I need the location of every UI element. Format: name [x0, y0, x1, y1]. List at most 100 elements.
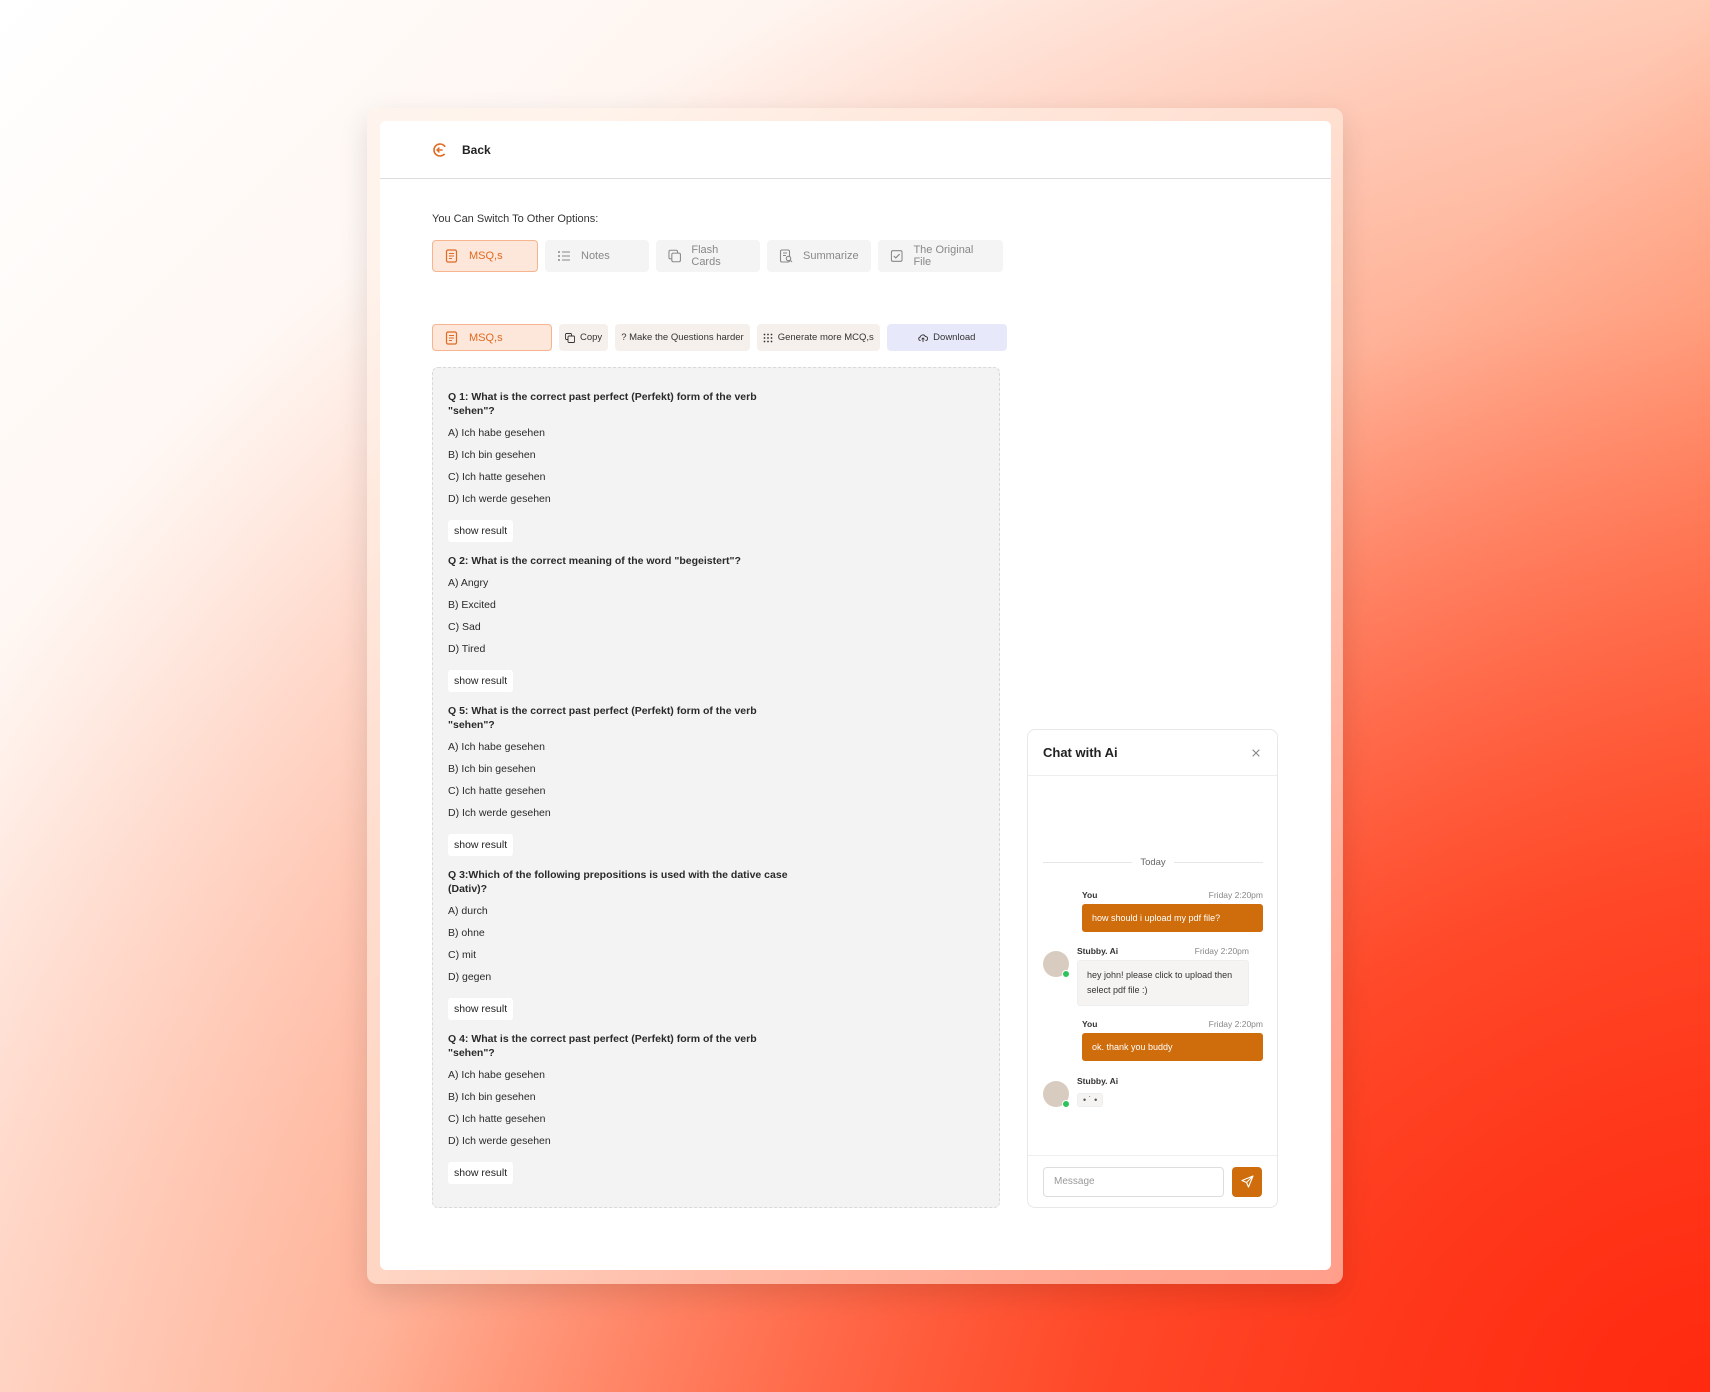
chat-header: Chat with Ai: [1028, 730, 1277, 776]
send-button[interactable]: [1232, 1166, 1262, 1197]
app-window: Back You Can Switch To Other Options: MS…: [380, 121, 1331, 1270]
question-5: Q 5: What is the correct past perfect (P…: [448, 704, 984, 856]
message-time: Friday 2:20pm: [1208, 1019, 1263, 1029]
grid-icon: [763, 333, 773, 342]
answer-option: D) Tired: [448, 643, 486, 655]
tab-label: Notes: [581, 250, 610, 262]
message-bubble: how should i upload my pdf file?: [1082, 904, 1263, 932]
answer-option: B) Excited: [448, 599, 496, 611]
make-harder-button[interactable]: ? Make the Questions harder: [615, 324, 750, 351]
chat-message-user: You Friday 2:20pm ok. thank you buddy: [1082, 1019, 1263, 1061]
message-bubble: hey john! please click to upload then se…: [1077, 960, 1249, 1006]
answer-option: C) Sad: [448, 621, 481, 633]
chat-composer: [1028, 1155, 1277, 1207]
question-title: Q 2: What is the correct meaning of the …: [448, 555, 741, 567]
answer-option: D) Ich werde gesehen: [448, 807, 551, 819]
back-button[interactable]: Back: [432, 142, 491, 158]
send-icon: [1241, 1175, 1254, 1188]
answer-option: D) Ich werde gesehen: [448, 1135, 551, 1147]
answer-option: A) Ich habe gesehen: [448, 1069, 545, 1081]
question-1: Q 1: What is the correct past perfect (P…: [448, 390, 984, 542]
question-title: Q 3:Which of the following prepositions …: [448, 869, 788, 895]
answer-option: C) Ich hatte gesehen: [448, 471, 546, 483]
top-bar: Back: [380, 121, 1331, 179]
answer-option: A) Ich habe gesehen: [448, 427, 545, 439]
document-search-icon: [779, 249, 793, 263]
msqs-label: MSQ,s: [469, 331, 503, 344]
document-list-icon: [445, 249, 458, 263]
copy-icon: [565, 332, 575, 343]
chat-title: Chat with Ai: [1043, 745, 1118, 760]
message-bubble: ok. thank you buddy: [1082, 1033, 1263, 1061]
chat-message-ai: Stubby. Ai • ˙ •: [1043, 1076, 1263, 1108]
answer-option: C) Ich hatte gesehen: [448, 1113, 546, 1125]
answer-option: D) gegen: [448, 971, 492, 983]
message-time: Friday 2:20pm: [1194, 946, 1249, 956]
cloud-upload-icon: [918, 333, 929, 342]
generate-more-button[interactable]: Generate more MCQ,s: [756, 324, 880, 351]
list-icon: [558, 251, 570, 261]
tab-label: The Original File: [913, 244, 974, 268]
question-title: Q 5: What is the correct past perfect (P…: [448, 705, 757, 731]
online-status-dot: [1062, 1100, 1070, 1108]
answer-option: B) Ich bin gesehen: [448, 763, 536, 775]
date-divider: Today: [1043, 857, 1264, 868]
generate-more-label: Generate more MCQ,s: [777, 332, 874, 343]
message-sender: Stubby. Ai: [1077, 946, 1119, 956]
msqs-selector[interactable]: MSQ,s: [432, 324, 552, 351]
answer-option: A) Ich habe gesehen: [448, 741, 545, 753]
question-title: Q 4: What is the correct past perfect (P…: [448, 1033, 757, 1059]
question-4: Q 4: What is the correct past perfect (P…: [448, 1032, 984, 1184]
avatar: [1043, 951, 1070, 978]
online-status-dot: [1062, 970, 1070, 978]
show-result-button[interactable]: show result: [448, 834, 514, 856]
close-icon[interactable]: [1250, 747, 1262, 759]
message-sender: Stubby. Ai: [1077, 1076, 1119, 1086]
question-title: Q 1: What is the correct past perfect (P…: [448, 391, 757, 417]
message-input[interactable]: [1043, 1166, 1225, 1197]
checkbox-icon: [890, 250, 903, 262]
show-result-button[interactable]: show result: [448, 1162, 514, 1184]
download-label: Download: [933, 332, 976, 343]
tab-original-file[interactable]: The Original File: [878, 240, 1003, 272]
show-result-button[interactable]: show result: [448, 998, 514, 1020]
answer-option: C) Ich hatte gesehen: [448, 785, 546, 797]
chat-message-user: You Friday 2:20pm how should i upload my…: [1082, 890, 1263, 932]
message-sender: You: [1082, 890, 1098, 900]
answer-option: A) durch: [448, 905, 488, 917]
cards-icon: [668, 249, 681, 263]
show-result-button[interactable]: show result: [448, 670, 514, 692]
show-result-button[interactable]: show result: [448, 520, 514, 542]
answer-option: B) ohne: [448, 927, 485, 939]
back-label: Back: [462, 142, 491, 157]
avatar: [1043, 1081, 1070, 1108]
answer-option: B) Ich bin gesehen: [448, 449, 536, 461]
make-harder-label: ? Make the Questions harder: [621, 332, 744, 343]
date-divider-label: Today: [1140, 857, 1166, 868]
question-3: Q 3:Which of the following prepositions …: [448, 868, 984, 1020]
download-button[interactable]: Download: [886, 324, 1007, 351]
back-arrow-icon: [433, 142, 447, 157]
tab-label: MSQ,s: [469, 250, 503, 262]
message-time: Friday 2:20pm: [1208, 890, 1263, 900]
tab-flash-cards[interactable]: Flash Cards: [656, 240, 760, 272]
question-2: Q 2: What is the correct meaning of the …: [448, 554, 984, 692]
message-sender: You: [1082, 1019, 1098, 1029]
chat-panel: Chat with Ai Today You Friday 2:20pm how…: [1027, 729, 1278, 1208]
tab-notes[interactable]: Notes: [545, 240, 649, 272]
chat-message-ai: Stubby. Ai Friday 2:20pm hey john! pleas…: [1043, 946, 1263, 1006]
typing-indicator: • ˙ •: [1077, 1093, 1104, 1107]
tab-label: Summarize: [803, 250, 859, 262]
tab-msqs[interactable]: MSQ,s: [432, 240, 538, 272]
switch-options-title: You Can Switch To Other Options:: [432, 213, 599, 225]
tab-label: Flash Cards: [691, 244, 721, 268]
answer-option: A) Angry: [448, 577, 489, 589]
questions-panel: Q 1: What is the correct past perfect (P…: [432, 367, 1000, 1208]
tab-summarize[interactable]: Summarize: [767, 240, 871, 272]
answer-option: B) Ich bin gesehen: [448, 1091, 536, 1103]
document-list-icon: [445, 330, 458, 345]
copy-label: Copy: [580, 332, 603, 343]
question-toolbar: MSQ,s Copy ? Make the Questions harder G…: [432, 324, 1007, 351]
answer-option: D) Ich werde gesehen: [448, 493, 551, 505]
copy-button[interactable]: Copy: [559, 324, 609, 351]
